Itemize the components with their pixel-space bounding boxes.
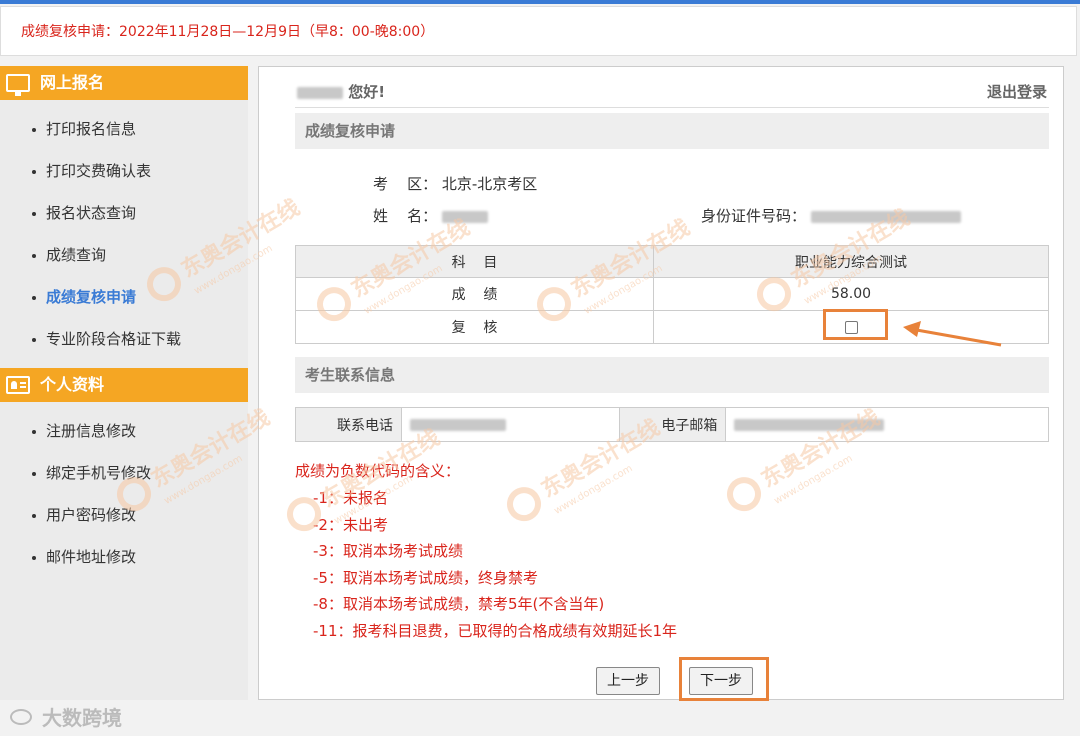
next-step-button[interactable]: 下一步 — [689, 667, 753, 695]
table-row: 科 目 职业能力综合测试 — [295, 245, 1049, 278]
section-title-contact: 考生联系信息 — [295, 357, 1049, 393]
id-number-row: 身份证件号码： — [701, 205, 961, 226]
watermark-icon — [10, 708, 32, 725]
logout-link[interactable]: 退出登录 — [987, 81, 1047, 102]
sidebar-item-edit-email[interactable]: 邮件地址修改 — [0, 536, 248, 578]
subject-name: 职业能力综合测试 — [653, 245, 1049, 278]
greeting: 您好! — [297, 81, 385, 102]
email-label: 电子邮箱 — [619, 407, 727, 442]
section-title-review: 成绩复核申请 — [295, 113, 1049, 149]
sidebar-section-profile: 个人资料 — [0, 368, 248, 402]
footer-watermark: 大数跨境 — [10, 702, 122, 731]
name-row: 姓 名： — [373, 205, 488, 226]
score-value: 58.00 — [653, 277, 1049, 311]
review-period-notice: 成绩复核申请：2022年11月28日—12月9日（早8：00-晚8:00） — [0, 6, 1077, 56]
list-item: -11：报考科目退费，已取得的合格成绩有效期延长1年 — [313, 621, 678, 640]
table-row: 联系电话 电子邮箱 — [295, 407, 1049, 442]
blurred-name — [441, 210, 488, 223]
phone-label: 联系电话 — [295, 407, 402, 442]
sidebar-item-score-review[interactable]: 成绩复核申请 — [0, 276, 248, 318]
list-item: -1：未报名 — [313, 489, 388, 507]
list-item: -2：未出考 — [313, 515, 388, 534]
exam-area-row: 考 区： 北京-北京考区 — [373, 175, 538, 193]
sidebar: 网上报名 打印报名信息 打印交费确认表 报名状态查询 成绩查询 成绩复核申请 专… — [0, 66, 248, 700]
contact-table: 联系电话 电子邮箱 — [295, 407, 1049, 442]
blurred-id-number — [810, 210, 961, 223]
list-item: -8：取消本场考试成绩，禁考5年(不含当年) — [313, 595, 605, 613]
sidebar-item-edit-password[interactable]: 用户密码修改 — [0, 494, 248, 536]
main-panel: 您好! 退出登录 成绩复核申请 考 区： 北京-北京考区 姓 名： 身份证件号码… — [258, 66, 1064, 701]
sidebar-item-registration-status[interactable]: 报名状态查询 — [0, 192, 248, 234]
list-item: -3：取消本场考试成绩 — [313, 542, 463, 560]
list-item: -5：取消本场考试成绩，终身禁考 — [313, 568, 538, 587]
negative-code-legend: 成绩为负数代码的含义： -1：未报名 -2：未出考 -3：取消本场考试成绩 -5… — [295, 457, 677, 644]
sidebar-item-edit-registration[interactable]: 注册信息修改 — [0, 410, 248, 452]
sidebar-item-print-payment[interactable]: 打印交费确认表 — [0, 150, 248, 192]
sidebar-item-print-registration[interactable]: 打印报名信息 — [0, 108, 248, 150]
sidebar-section-title: 个人资料 — [40, 375, 105, 394]
exam-area-value: 北京-北京考区 — [441, 175, 538, 193]
blurred-email — [734, 418, 885, 431]
prev-step-button[interactable]: 上一步 — [596, 667, 660, 695]
blurred-phone — [410, 418, 506, 431]
top-accent-line — [0, 0, 1080, 4]
sidebar-item-score-query[interactable]: 成绩查询 — [0, 234, 248, 276]
divider — [295, 107, 1049, 108]
sidebar-section-title: 网上报名 — [40, 73, 105, 92]
blurred-username — [297, 86, 343, 99]
checkbox-highlight — [823, 309, 888, 340]
table-row: 成 绩 58.00 — [295, 277, 1049, 311]
sidebar-item-edit-phone[interactable]: 绑定手机号修改 — [0, 452, 248, 494]
monitor-icon — [6, 74, 30, 96]
sidebar-section-registration: 网上报名 — [0, 66, 248, 100]
legend-title: 成绩为负数代码的含义： — [295, 462, 461, 480]
id-card-icon — [6, 376, 30, 394]
arrow-icon — [903, 321, 1002, 347]
sidebar-item-certificate-download[interactable]: 专业阶段合格证下载 — [0, 318, 248, 360]
